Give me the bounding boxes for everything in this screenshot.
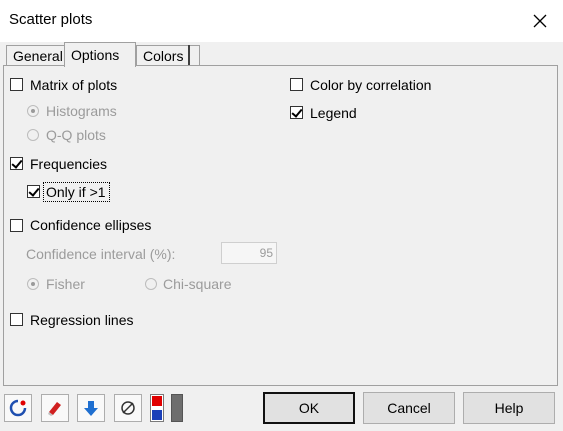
chi-square-radio[interactable] [145,278,157,290]
colors-icon[interactable] [150,394,164,422]
color-by-correlation-checkbox[interactable] [290,78,303,91]
tab-general-label: General [13,48,63,64]
confidence-ellipses-checkbox[interactable] [10,219,23,232]
load-button[interactable] [77,394,105,422]
close-button[interactable] [517,0,563,42]
clear-button[interactable] [41,394,69,422]
help-button-label: Help [494,400,524,416]
help-button[interactable]: Help [463,392,555,424]
legend-label: Legend [310,105,357,121]
close-icon [533,14,547,28]
confidence-interval-input[interactable]: 95 [221,242,277,264]
chi-square-label: Chi-square [163,276,232,292]
histograms-radio[interactable] [27,105,39,117]
regression-lines-label: Regression lines [30,312,134,328]
ok-button-label: OK [298,400,320,416]
tab-divider [188,45,190,66]
download-arrow-icon [84,401,98,416]
eraser-icon [48,402,61,416]
color-scale-icon[interactable] [171,394,183,422]
title-bar: Scatter plots [0,0,563,42]
color-by-correlation-label: Color by correlation [310,77,432,93]
ok-button[interactable]: OK [263,392,355,424]
matrix-of-plots-checkbox[interactable] [10,78,23,91]
tab-options[interactable]: Options [64,42,136,67]
no-selection-icon [121,401,135,415]
qq-plots-radio[interactable] [27,129,39,141]
cancel-button[interactable]: Cancel [363,392,455,424]
tab-options-label: Options [71,47,120,63]
tab-colors-label: Colors [143,48,184,64]
tab-colors[interactable]: Colors [136,45,200,66]
histograms-label: Histograms [46,103,117,119]
frequencies-label: Frequencies [30,156,108,172]
confidence-ellipses-label: Confidence ellipses [30,217,152,233]
fisher-radio[interactable] [27,278,39,290]
deselect-button[interactable] [114,394,142,422]
matrix-of-plots-label: Matrix of plots [30,77,118,93]
only-if-label: Only if >1 [46,184,106,200]
qq-plots-label: Q-Q plots [46,127,106,143]
fisher-label: Fisher [46,276,85,292]
tab-bar: General Options Colors [0,42,563,67]
window-title: Scatter plots [9,11,93,28]
confidence-interval-label: Confidence interval (%): [26,246,176,262]
legend-checkbox[interactable] [290,106,303,119]
regression-lines-checkbox[interactable] [10,313,23,326]
reset-icon [9,399,27,417]
cancel-button-label: Cancel [387,400,431,416]
frequencies-checkbox[interactable] [10,157,23,170]
reset-button[interactable] [4,394,32,422]
only-if-checkbox[interactable] [27,185,40,198]
